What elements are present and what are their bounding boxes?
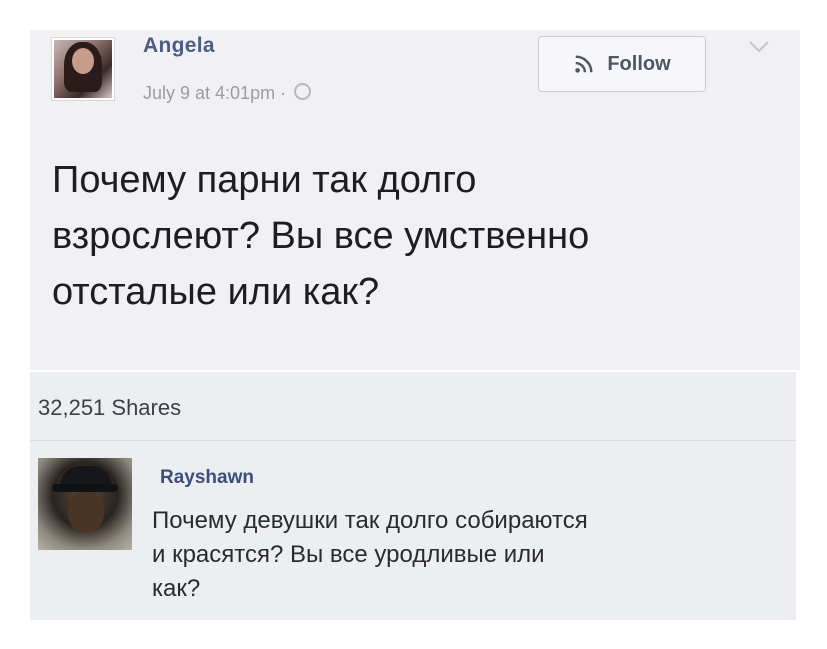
author-name[interactable]: Angela — [143, 34, 215, 58]
rss-icon — [575, 55, 593, 73]
chevron-down-icon[interactable] — [748, 40, 770, 54]
author-avatar[interactable] — [52, 38, 114, 100]
follow-label: Follow — [607, 52, 671, 75]
avatar-face — [68, 492, 104, 532]
commenter-avatar[interactable] — [38, 458, 132, 550]
comment-text: Почему девушки так долго собираются и кр… — [152, 507, 588, 602]
globe-icon — [294, 83, 312, 100]
avatar-visor — [52, 484, 118, 492]
post-timestamp[interactable]: July 9 at 4:01pm · — [143, 83, 312, 104]
avatar-face — [72, 48, 94, 74]
follow-button[interactable]: Follow — [538, 36, 706, 92]
post-text: Почему парни так долго взрослеют? Вы все… — [52, 159, 590, 313]
divider — [30, 440, 796, 441]
timestamp-text: July 9 at 4:01pm · — [143, 83, 287, 103]
commenter-name[interactable]: Rayshawn — [160, 467, 254, 489]
shares-count[interactable]: 32,251 Shares — [38, 395, 181, 421]
